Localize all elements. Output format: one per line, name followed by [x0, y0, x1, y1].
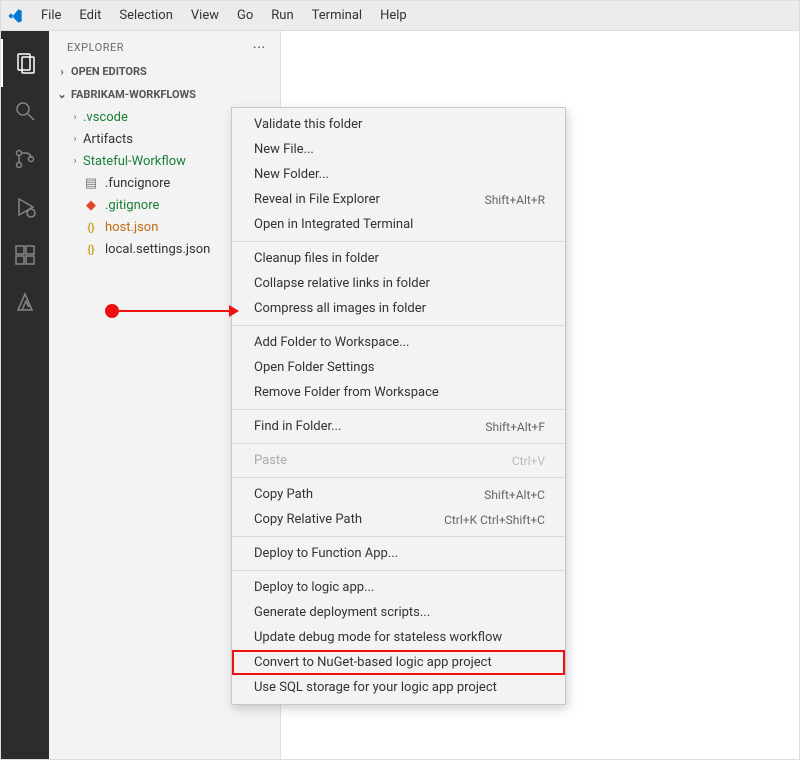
- context-menu-item[interactable]: Compress all images in folder: [232, 296, 565, 321]
- context-menu-item[interactable]: Use SQL storage for your logic app proje…: [232, 675, 565, 700]
- open-editors-label: OPEN EDITORS: [71, 65, 147, 78]
- context-menu-label: Copy Relative Path: [254, 512, 362, 527]
- context-menu-separator: [232, 325, 565, 326]
- context-menu-label: Add Folder to Workspace...: [254, 335, 409, 350]
- workspace-label: FABRIKAM-WORKFLOWS: [71, 88, 196, 101]
- context-menu-shortcut: Ctrl+V: [512, 454, 545, 468]
- context-menu-item[interactable]: Remove Folder from Workspace: [232, 380, 565, 405]
- context-menu-label: New File...: [254, 142, 314, 157]
- chevron-right-icon: ›: [69, 156, 81, 167]
- context-menu-label: Cleanup files in folder: [254, 251, 379, 266]
- menu-selection[interactable]: Selection: [111, 4, 180, 27]
- context-menu-separator: [232, 477, 565, 478]
- activity-bar: [1, 31, 49, 759]
- context-menu-item[interactable]: Copy Relative Path Ctrl+K Ctrl+Shift+C: [232, 507, 565, 532]
- arrow-dot-icon: [105, 304, 119, 318]
- context-menu-item[interactable]: Validate this folder: [232, 112, 565, 137]
- context-menu-label: Deploy to logic app...: [254, 580, 374, 595]
- file-icon: ▤: [83, 175, 99, 191]
- menu-file[interactable]: File: [33, 4, 69, 27]
- context-menu-separator: [232, 443, 565, 444]
- menu-run[interactable]: Run: [263, 4, 301, 27]
- context-menu-label: Collapse relative links in folder: [254, 276, 430, 291]
- search-icon[interactable]: [1, 87, 49, 135]
- json-icon: {}: [83, 219, 99, 235]
- context-menu-item[interactable]: Cleanup files in folder: [232, 246, 565, 271]
- context-menu-item[interactable]: Update debug mode for stateless workflow: [232, 625, 565, 650]
- more-actions-icon[interactable]: ···: [253, 41, 266, 54]
- chevron-right-icon: ›: [55, 65, 69, 78]
- context-menu-label: Update debug mode for stateless workflow: [254, 630, 502, 645]
- menu-help[interactable]: Help: [372, 4, 415, 27]
- context-menu-label: Paste: [254, 453, 287, 468]
- json-icon: {}: [83, 241, 99, 257]
- context-menu-item[interactable]: Open in Integrated Terminal: [232, 212, 565, 237]
- arrow-head-icon: [229, 305, 239, 317]
- context-menu-separator: [232, 570, 565, 571]
- chevron-right-icon: ›: [69, 112, 81, 123]
- menu-go[interactable]: Go: [229, 4, 261, 27]
- git-icon: ◆: [83, 197, 99, 213]
- arrow-line-icon: [119, 310, 229, 312]
- context-menu-label: Remove Folder from Workspace: [254, 385, 439, 400]
- menu-terminal[interactable]: Terminal: [304, 4, 370, 27]
- context-menu-label: Convert to NuGet-based logic app project: [254, 655, 492, 670]
- context-menu-label: Validate this folder: [254, 117, 362, 132]
- context-menu-item[interactable]: Deploy to logic app...: [232, 575, 565, 600]
- context-menu-label: Find in Folder...: [254, 419, 341, 434]
- context-menu-separator: [232, 536, 565, 537]
- context-menu-item[interactable]: Deploy to Function App...: [232, 541, 565, 566]
- context-menu-label: New Folder...: [254, 167, 329, 182]
- menu-edit[interactable]: Edit: [71, 4, 109, 27]
- chevron-down-icon: ⌄: [55, 88, 69, 101]
- context-menu-item[interactable]: Copy Path Shift+Alt+C: [232, 482, 565, 507]
- context-menu-item[interactable]: Open Folder Settings: [232, 355, 565, 380]
- extensions-icon[interactable]: [1, 231, 49, 279]
- sidebar-header: EXPLORER ···: [49, 31, 280, 60]
- context-menu-separator: [232, 241, 565, 242]
- context-menu-item[interactable]: New File...: [232, 137, 565, 162]
- context-menu-label: Deploy to Function App...: [254, 546, 398, 561]
- context-menu-label: Open in Integrated Terminal: [254, 217, 413, 232]
- context-menu-separator: [232, 409, 565, 410]
- context-menu-item[interactable]: Reveal in File Explorer Shift+Alt+R: [232, 187, 565, 212]
- context-menu-label: Copy Path: [254, 487, 313, 502]
- chevron-right-icon: ›: [69, 134, 81, 145]
- sidebar-title: EXPLORER: [67, 41, 124, 54]
- context-menu-label: Compress all images in folder: [254, 301, 426, 316]
- context-menu-label: Generate deployment scripts...: [254, 605, 430, 620]
- context-menu-item[interactable]: Collapse relative links in folder: [232, 271, 565, 296]
- menu-view[interactable]: View: [183, 4, 227, 27]
- context-menu-shortcut: Ctrl+K Ctrl+Shift+C: [444, 513, 545, 527]
- explorer-icon[interactable]: [1, 39, 49, 87]
- context-menu-label: Reveal in File Explorer: [254, 192, 380, 207]
- context-menu-shortcut: Shift+Alt+C: [484, 488, 545, 502]
- menubar: File Edit Selection View Go Run Terminal…: [1, 1, 799, 31]
- context-menu-item[interactable]: Find in Folder... Shift+Alt+F: [232, 414, 565, 439]
- context-menu-item[interactable]: Add Folder to Workspace...: [232, 330, 565, 355]
- context-menu-shortcut: Shift+Alt+R: [485, 193, 545, 207]
- open-editors-section[interactable]: › OPEN EDITORS: [49, 60, 280, 83]
- annotation-arrow: [105, 304, 239, 318]
- context-menu-shortcut: Shift+Alt+F: [485, 420, 545, 434]
- azure-icon[interactable]: [1, 279, 49, 327]
- context-menu: Validate this folder New File... New Folde…: [231, 107, 566, 705]
- context-menu-item[interactable]: Generate deployment scripts...: [232, 600, 565, 625]
- context-menu-item[interactable]: New Folder...: [232, 162, 565, 187]
- context-menu-item: Paste Ctrl+V: [232, 448, 565, 473]
- context-menu-item[interactable]: Convert to NuGet-based logic app project: [232, 650, 565, 675]
- vscode-logo-icon: [7, 8, 23, 24]
- workspace-header[interactable]: ⌄ FABRIKAM-WORKFLOWS: [49, 85, 280, 104]
- source-control-icon[interactable]: [1, 135, 49, 183]
- run-debug-icon[interactable]: [1, 183, 49, 231]
- context-menu-label: Open Folder Settings: [254, 360, 375, 375]
- context-menu-label: Use SQL storage for your logic app proje…: [254, 680, 497, 695]
